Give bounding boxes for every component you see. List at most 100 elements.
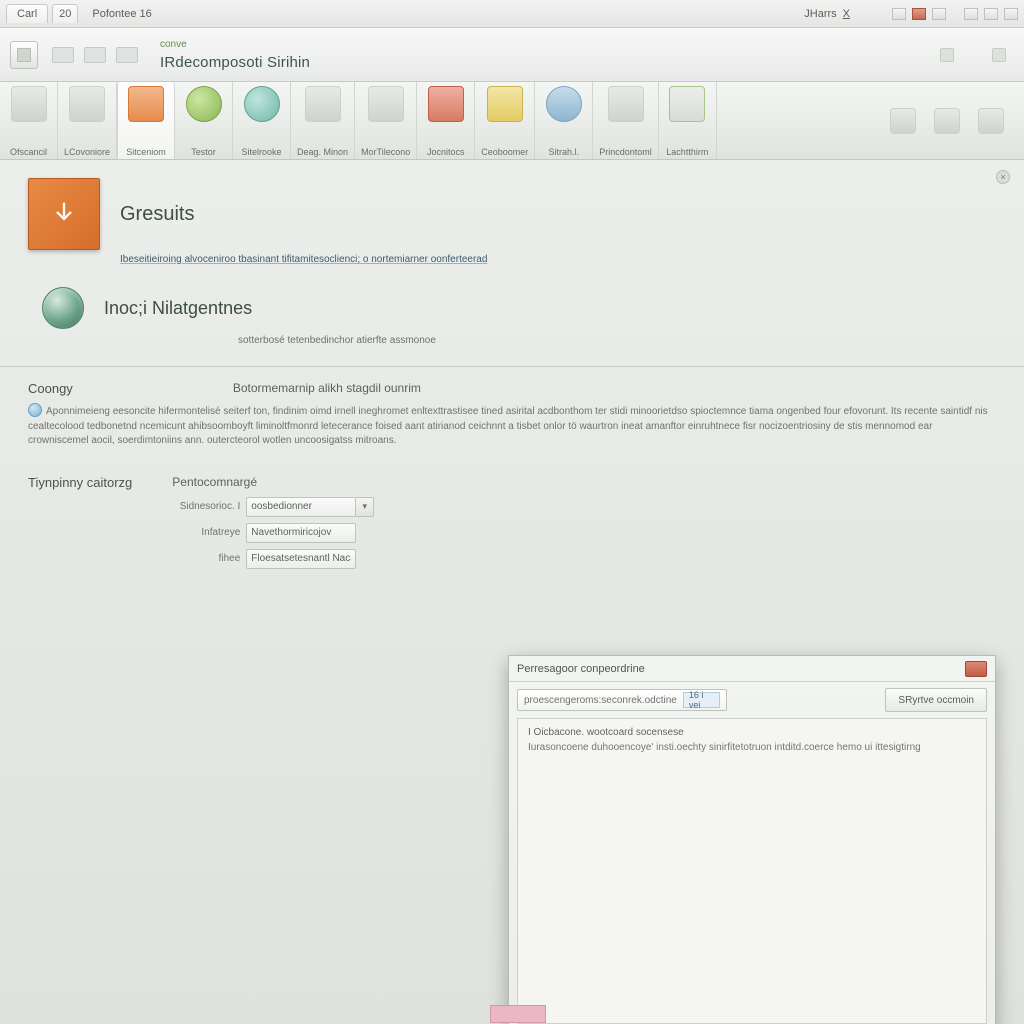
window-min2-button[interactable]	[964, 8, 978, 20]
overview-heading: Coongy	[28, 381, 73, 397]
ribbon-item-3[interactable]: Testor	[175, 82, 233, 159]
window-minimize-button[interactable]	[892, 8, 906, 20]
ribbon-item-5-label: Deag. Minon	[297, 148, 348, 157]
breadcrumb-small: conve	[160, 39, 310, 50]
view-mode-icon-2[interactable]	[84, 47, 106, 63]
form-row-1-label: Infatreye	[172, 527, 240, 538]
ribbon-item-2-icon	[128, 86, 164, 122]
window-accent-button[interactable]	[912, 8, 926, 20]
toolbar-util-icon-1[interactable]	[940, 48, 954, 62]
ribbon-item-0-icon	[11, 86, 47, 122]
form-row-0: Sidnesorioc. I ▾	[172, 497, 374, 517]
form-row-0-dropdown[interactable]: ▾	[356, 497, 374, 517]
hero-title: Gresuits	[120, 203, 194, 226]
ribbon-item-2[interactable]: Sitceniom	[117, 82, 175, 159]
info-icon	[28, 403, 42, 417]
form-row-0-input[interactable]	[246, 497, 356, 517]
dialog-body-line2: Iurasoncoene duhooencoye' insti.oechty s…	[528, 742, 976, 753]
ribbon-item-8[interactable]: Ceoboomer	[475, 82, 535, 159]
dialog-toolbar: proescengeroms:seconrek.odctine 16 i vei…	[509, 682, 995, 718]
ribbon-item-0[interactable]: Ofscancil	[0, 82, 58, 159]
ribbon-item-6-label: MorTilecono	[361, 148, 410, 157]
dialog: Perresagoor conpeordrine proescengeroms:…	[508, 655, 996, 1024]
dialog-body: I Oicbacone. wootcoard socensese Iurason…	[517, 718, 987, 1024]
overview-body: Aponnimeieng eesoncite hifermontelisé se…	[28, 403, 988, 449]
ribbon: Ofscancil LCovoniore Sitceniom Testor Sitelr…	[0, 82, 1024, 160]
ribbon-item-9-label: Sitrah.l.	[549, 148, 580, 157]
form-row-2-input[interactable]	[246, 549, 356, 569]
ribbon-item-10-icon	[608, 86, 644, 122]
dialog-titlebar: Perresagoor conpeordrine	[509, 656, 995, 682]
ribbon-end-icon-3[interactable]	[978, 108, 1004, 134]
dialog-title: Perresagoor conpeordrine	[517, 663, 645, 675]
titlebar-doc-label: Pofontee 16	[92, 8, 151, 20]
ribbon-item-1[interactable]: LCovoniore	[58, 82, 117, 159]
window-close-button[interactable]	[1004, 8, 1018, 20]
home-button[interactable]	[10, 41, 38, 69]
sub-hero-title: Inoc;i Nilatgentnes	[104, 298, 252, 319]
ribbon-item-6[interactable]: MorTilecono	[355, 82, 417, 159]
form-row-2-label: fihee	[172, 553, 240, 564]
titlebar-menu-label[interactable]: JHarrs	[804, 8, 836, 20]
form-heading: Pentocomnargé	[172, 475, 374, 489]
ribbon-item-5-icon	[305, 86, 341, 122]
ribbon-end-icons	[870, 82, 1024, 159]
download-arrow-icon	[50, 198, 78, 231]
dialog-close-button[interactable]	[965, 661, 987, 677]
bottom-accent-strip	[490, 1005, 546, 1023]
titlebar-tab-primary[interactable]: Carl	[6, 4, 48, 23]
dialog-path-value: proescengeroms:seconrek.odctine	[524, 695, 677, 706]
breadcrumb-bar: conve IRdecomposoti Sirihin	[0, 28, 1024, 82]
ribbon-item-7[interactable]: Jocnitocs	[417, 82, 475, 159]
ribbon-item-3-label: Testor	[191, 148, 216, 157]
sub-hero-description: sotterbosé tetenbedinchor atierfte assmo…	[238, 335, 996, 346]
ribbon-item-4[interactable]: Sitelrooke	[233, 82, 291, 159]
ribbon-item-9[interactable]: Sitrah.l.	[535, 82, 593, 159]
toolbar-util-icon-2[interactable]	[992, 48, 1006, 62]
dialog-path-field[interactable]: proescengeroms:seconrek.odctine 16 i vei	[517, 689, 727, 711]
ribbon-item-7-icon	[428, 86, 464, 122]
ribbon-item-6-icon	[368, 86, 404, 122]
dialog-path-tag: 16 i vei	[683, 692, 720, 708]
ribbon-item-3-icon	[186, 86, 222, 122]
ribbon-item-9-icon	[546, 86, 582, 122]
window-titlebar: Carl 20 Pofontee 16 JHarrs X	[0, 0, 1024, 28]
ribbon-item-8-icon	[487, 86, 523, 122]
ribbon-item-10[interactable]: Princdontoml	[593, 82, 659, 159]
ribbon-item-11-icon	[669, 86, 705, 122]
form-row-0-label: Sidnesorioc. I	[172, 501, 240, 512]
ribbon-end-icon-1[interactable]	[890, 108, 916, 134]
view-mode-icon-3[interactable]	[116, 47, 138, 63]
hero-description-link[interactable]: Ibeseitieiroing alvoceniroo tbasinant ti…	[120, 254, 996, 265]
settings-form: Pentocomnargé Sidnesorioc. I ▾ Infatreye fi…	[172, 475, 374, 575]
ribbon-item-0-label: Ofscancil	[10, 148, 47, 157]
page-title: IRdecomposoti Sirihin	[160, 54, 310, 71]
window-max-button[interactable]	[984, 8, 998, 20]
panel-close-icon[interactable]: ×	[996, 170, 1010, 184]
form-row-2: fihee	[172, 549, 374, 569]
titlebar-tab-secondary[interactable]: 20	[52, 4, 78, 23]
ribbon-item-4-label: Sitelrooke	[242, 148, 282, 157]
view-mode-icon-1[interactable]	[52, 47, 74, 63]
form-row-1: Infatreye	[172, 523, 374, 543]
ribbon-end-icon-2[interactable]	[934, 108, 960, 134]
hero-tile	[28, 178, 100, 250]
home-icon	[17, 48, 31, 62]
form-row-1-input[interactable]	[246, 523, 356, 543]
dialog-body-line1: I Oicbacone. wootcoard socensese	[528, 727, 976, 738]
window-help-button[interactable]	[932, 8, 946, 20]
ribbon-item-1-icon	[69, 86, 105, 122]
ribbon-item-8-label: Ceoboomer	[481, 148, 528, 157]
ribbon-item-4-icon	[244, 86, 280, 122]
ribbon-item-10-label: Princdontoml	[599, 148, 652, 157]
divider	[0, 366, 1024, 367]
ribbon-item-1-label: LCovoniore	[64, 148, 110, 157]
titlebar-menu-key: X	[843, 8, 850, 20]
settings-heading: Tiynpinny caitorzg	[28, 475, 132, 575]
ribbon-item-11-label: Lachtthirm	[666, 148, 708, 157]
ribbon-item-2-label: Sitceniom	[126, 148, 166, 157]
dialog-action-button[interactable]: SRyrtve occmoin	[885, 688, 987, 712]
content-area: × Gresuits Ibeseitieiroing alvoceniroo t…	[0, 160, 1024, 1024]
ribbon-item-11[interactable]: Lachtthirm	[659, 82, 717, 159]
ribbon-item-5[interactable]: Deag. Minon	[291, 82, 355, 159]
